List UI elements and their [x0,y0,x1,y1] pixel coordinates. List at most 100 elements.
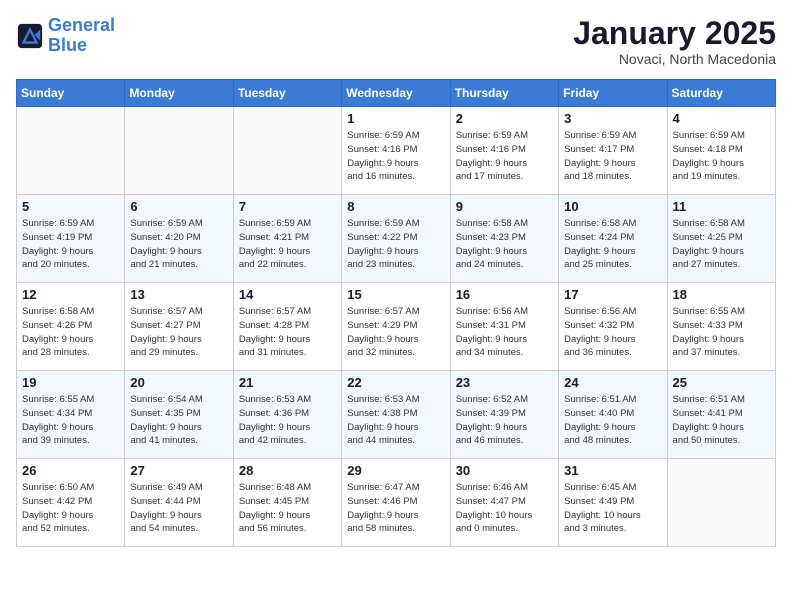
logo-blue: Blue [48,35,87,55]
day-info: Sunrise: 6:59 AM Sunset: 4:19 PM Dayligh… [22,217,119,272]
day-number: 4 [673,111,770,126]
day-info: Sunrise: 6:47 AM Sunset: 4:46 PM Dayligh… [347,481,444,536]
day-info: Sunrise: 6:55 AM Sunset: 4:34 PM Dayligh… [22,393,119,448]
day-cell-26: 26Sunrise: 6:50 AM Sunset: 4:42 PM Dayli… [17,459,125,547]
empty-cell [125,107,233,195]
day-number: 19 [22,375,119,390]
day-cell-22: 22 Sunrise: 6:53 AM Sunset: 4:38 PM Dayli… [342,371,450,459]
calendar-table: SundayMondayTuesdayWednesdayThursdayFrid… [16,79,776,547]
day-number: 26 [22,463,119,478]
day-info: Sunrise: 6:59 AM Sunset: 4:20 PM Dayligh… [130,217,227,272]
day-info: Sunrise: 6:53 AM Sunset: 4:38 PM Dayligh… [347,393,444,448]
day-header-saturday: Saturday [667,80,775,107]
day-info: Sunrise: 6:59 AM Sunset: 4:16 PM Dayligh… [347,129,444,184]
day-cell-18: 18 Sunrise: 6:55 AM Sunset: 4:33 PM Dayli… [667,283,775,371]
day-info: Sunrise: 6:56 AM Sunset: 4:32 PM Dayligh… [564,305,661,360]
day-info: Sunrise: 6:57 AM Sunset: 4:27 PM Dayligh… [130,305,227,360]
day-cell-29: 29 Sunrise: 6:47 AM Sunset: 4:46 PM Dayli… [342,459,450,547]
day-info: Sunrise: 6:59 AM Sunset: 4:21 PM Dayligh… [239,217,336,272]
day-info: Sunrise: 6:52 AM Sunset: 4:39 PM Dayligh… [456,393,553,448]
calendar-week-3: 12 Sunrise: 6:58 AM Sunset: 4:26 PM Dayli… [17,283,776,371]
calendar-header-row: SundayMondayTuesdayWednesdayThursdayFrid… [17,80,776,107]
day-info: Sunrise: 6:45 AM Sunset: 4:49 PM Dayligh… [564,481,661,536]
day-cell-17: 17 Sunrise: 6:56 AM Sunset: 4:32 PM Dayli… [559,283,667,371]
day-cell-1: 1 Sunrise: 6:59 AM Sunset: 4:16 PM Daylig… [342,107,450,195]
day-number: 7 [239,199,336,214]
day-number: 6 [130,199,227,214]
day-cell-27: 27 Sunrise: 6:49 AM Sunset: 4:44 PM Dayli… [125,459,233,547]
day-number: 29 [347,463,444,478]
day-number: 31 [564,463,661,478]
empty-cell [667,459,775,547]
day-info: Sunrise: 6:49 AM Sunset: 4:44 PM Dayligh… [130,481,227,536]
day-cell-7: 7 Sunrise: 6:59 AM Sunset: 4:21 PM Daylig… [233,195,341,283]
day-number: 18 [673,287,770,302]
day-number: 22 [347,375,444,390]
day-number: 15 [347,287,444,302]
day-info: Sunrise: 6:48 AM Sunset: 4:45 PM Dayligh… [239,481,336,536]
day-number: 14 [239,287,336,302]
day-cell-15: 15 Sunrise: 6:57 AM Sunset: 4:29 PM Dayli… [342,283,450,371]
day-info: Sunrise: 6:58 AM Sunset: 4:26 PM Dayligh… [22,305,119,360]
day-number: 5 [22,199,119,214]
page-header: General Blue January 2025 Novaci, North … [16,16,776,67]
empty-cell [233,107,341,195]
day-number: 11 [673,199,770,214]
day-cell-13: 13 Sunrise: 6:57 AM Sunset: 4:27 PM Dayli… [125,283,233,371]
day-info: Sunrise: 6:58 AM Sunset: 4:23 PM Dayligh… [456,217,553,272]
day-cell-31: 31 Sunrise: 6:45 AM Sunset: 4:49 PM Dayli… [559,459,667,547]
title-block: January 2025 Novaci, North Macedonia [573,16,776,67]
day-number: 10 [564,199,661,214]
day-info: Sunrise: 6:59 AM Sunset: 4:18 PM Dayligh… [673,129,770,184]
day-info: Sunrise: 6:53 AM Sunset: 4:36 PM Dayligh… [239,393,336,448]
day-number: 20 [130,375,227,390]
day-cell-8: 8 Sunrise: 6:59 AM Sunset: 4:22 PM Daylig… [342,195,450,283]
location: Novaci, North Macedonia [573,51,776,67]
day-number: 12 [22,287,119,302]
day-number: 28 [239,463,336,478]
day-number: 13 [130,287,227,302]
day-cell-11: 11 Sunrise: 6:58 AM Sunset: 4:25 PM Dayli… [667,195,775,283]
day-cell-9: 9 Sunrise: 6:58 AM Sunset: 4:23 PM Daylig… [450,195,558,283]
calendar-week-1: 1 Sunrise: 6:59 AM Sunset: 4:16 PM Daylig… [17,107,776,195]
day-info: Sunrise: 6:57 AM Sunset: 4:29 PM Dayligh… [347,305,444,360]
day-info: Sunrise: 6:58 AM Sunset: 4:24 PM Dayligh… [564,217,661,272]
day-number: 8 [347,199,444,214]
day-info: Sunrise: 6:51 AM Sunset: 4:40 PM Dayligh… [564,393,661,448]
day-info: Sunrise: 6:57 AM Sunset: 4:28 PM Dayligh… [239,305,336,360]
day-header-friday: Friday [559,80,667,107]
day-info: Sunrise: 6:55 AM Sunset: 4:33 PM Dayligh… [673,305,770,360]
logo-icon [16,22,44,50]
day-info: Sunrise: 6:51 AM Sunset: 4:41 PM Dayligh… [673,393,770,448]
day-cell-25: 25 Sunrise: 6:51 AM Sunset: 4:41 PM Dayli… [667,371,775,459]
day-header-sunday: Sunday [17,80,125,107]
day-cell-28: 28 Sunrise: 6:48 AM Sunset: 4:45 PM Dayli… [233,459,341,547]
day-number: 30 [456,463,553,478]
day-number: 9 [456,199,553,214]
day-info: Sunrise: 6:59 AM Sunset: 4:22 PM Dayligh… [347,217,444,272]
day-number: 25 [673,375,770,390]
calendar-week-2: 5 Sunrise: 6:59 AM Sunset: 4:19 PM Daylig… [17,195,776,283]
day-info: Sunrise: 6:58 AM Sunset: 4:25 PM Dayligh… [673,217,770,272]
day-cell-14: 14 Sunrise: 6:57 AM Sunset: 4:28 PM Dayli… [233,283,341,371]
day-cell-16: 16Sunrise: 6:56 AM Sunset: 4:31 PM Dayli… [450,283,558,371]
calendar-week-5: 26Sunrise: 6:50 AM Sunset: 4:42 PM Dayli… [17,459,776,547]
day-info: Sunrise: 6:59 AM Sunset: 4:16 PM Dayligh… [456,129,553,184]
day-header-monday: Monday [125,80,233,107]
day-number: 2 [456,111,553,126]
day-number: 27 [130,463,227,478]
day-cell-5: 5 Sunrise: 6:59 AM Sunset: 4:19 PM Daylig… [17,195,125,283]
day-cell-10: 10 Sunrise: 6:58 AM Sunset: 4:24 PM Dayli… [559,195,667,283]
day-cell-6: 6 Sunrise: 6:59 AM Sunset: 4:20 PM Daylig… [125,195,233,283]
day-info: Sunrise: 6:46 AM Sunset: 4:47 PM Dayligh… [456,481,553,536]
day-cell-21: 21Sunrise: 6:53 AM Sunset: 4:36 PM Dayli… [233,371,341,459]
day-cell-30: 30 Sunrise: 6:46 AM Sunset: 4:47 PM Dayli… [450,459,558,547]
day-info: Sunrise: 6:59 AM Sunset: 4:17 PM Dayligh… [564,129,661,184]
day-header-tuesday: Tuesday [233,80,341,107]
day-number: 1 [347,111,444,126]
day-number: 16 [456,287,553,302]
day-number: 17 [564,287,661,302]
month-year: January 2025 [573,16,776,51]
day-info: Sunrise: 6:54 AM Sunset: 4:35 PM Dayligh… [130,393,227,448]
calendar-week-4: 19 Sunrise: 6:55 AM Sunset: 4:34 PM Dayli… [17,371,776,459]
